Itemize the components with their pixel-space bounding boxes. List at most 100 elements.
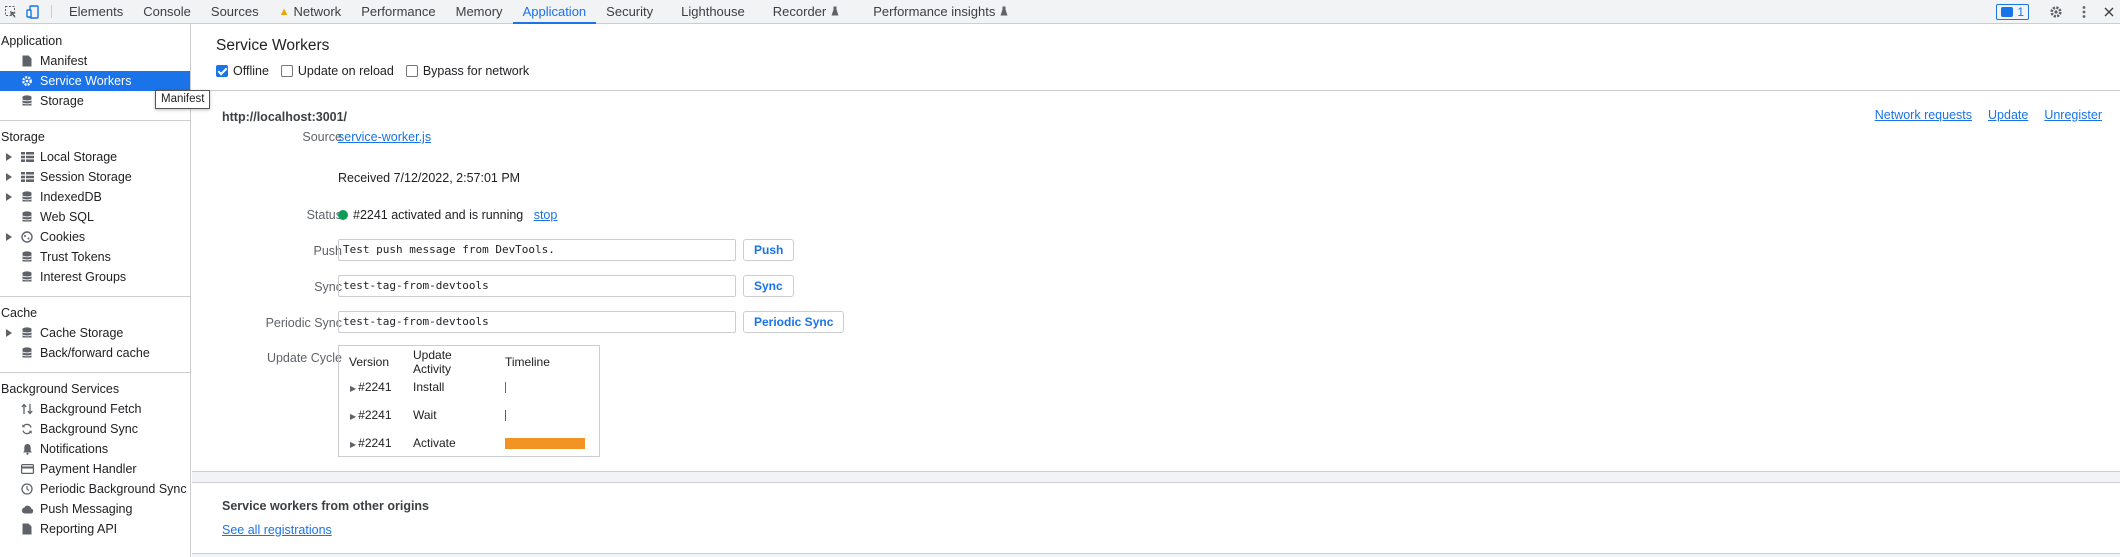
origin-title: http://localhost:3001/ — [222, 110, 348, 124]
more-options-icon[interactable] — [2070, 5, 2098, 19]
document-icon — [20, 522, 34, 536]
origin-actions: Network requests Update Unregister — [1875, 108, 2102, 122]
offline-checkbox[interactable]: Offline — [216, 64, 269, 78]
sync-button[interactable]: Sync — [743, 275, 794, 297]
source-label: Source — [302, 130, 342, 144]
database-icon — [20, 270, 34, 284]
checkbox-unchecked[interactable] — [280, 65, 293, 77]
sidebar-item-cookies[interactable]: Cookies — [0, 227, 190, 247]
inspect-element-icon[interactable] — [0, 0, 22, 23]
periodic-sync-button[interactable]: Periodic Sync — [743, 311, 845, 333]
push-button[interactable]: Push — [743, 239, 795, 261]
section-divider — [192, 471, 2120, 483]
cloud-icon — [20, 502, 34, 516]
other-origins-title: Service workers from other origins — [222, 499, 430, 513]
database-icon — [20, 326, 34, 340]
tab-console[interactable]: Console — [133, 0, 201, 23]
sidebar-item-periodic-background-sync[interactable]: Periodic Background Sync — [0, 479, 190, 499]
source-file-link[interactable]: service-worker.js — [338, 130, 431, 144]
sidebar-item-web-sql[interactable]: Web SQL — [0, 207, 190, 227]
expand-arrow-icon[interactable]: ▶ — [350, 412, 356, 421]
sidebar-item-notifications[interactable]: Notifications — [0, 439, 190, 459]
service-workers-panel: Service Workers Offline Update on reload… — [192, 24, 2120, 557]
database-icon — [20, 250, 34, 264]
clock-icon — [20, 482, 34, 496]
document-icon — [20, 54, 34, 68]
gear-icon — [20, 74, 34, 88]
sidebar-item-payment-handler[interactable]: Payment Handler — [0, 459, 190, 479]
timeline-column-header: Timeline — [505, 355, 550, 369]
page-title: Service Workers — [216, 37, 330, 54]
sidebar-item-reporting-api[interactable]: Reporting API — [0, 519, 190, 539]
devtools-toolbar: Elements Console Sources ▲ Network Perfor… — [0, 0, 2120, 24]
tab-network[interactable]: ▲ Network — [269, 0, 352, 23]
tab-lighthouse[interactable]: Lighthouse — [663, 0, 755, 23]
tab-security[interactable]: Security — [596, 0, 663, 23]
push-label: Push — [313, 244, 343, 258]
expand-arrow-icon[interactable] — [6, 193, 16, 201]
expand-arrow-icon[interactable] — [6, 173, 16, 181]
tab-application[interactable]: Application — [512, 0, 597, 24]
sync-icon — [20, 422, 34, 436]
push-data-input[interactable]: Test push message from DevTools. — [338, 239, 736, 261]
experiment-flask-icon — [831, 4, 839, 19]
sidebar-item-session-storage[interactable]: Session Storage — [0, 167, 190, 187]
sidebar-item-background-fetch[interactable]: Background Fetch — [0, 399, 190, 419]
toolbar-right: 1 — [1996, 0, 2120, 24]
sidebar-item-cache-storage[interactable]: Cache Storage — [0, 323, 190, 343]
expand-arrow-icon[interactable] — [6, 233, 16, 241]
update-on-reload-checkbox[interactable]: Update on reload — [280, 64, 394, 78]
bypass-for-network-checkbox[interactable]: Bypass for network — [405, 64, 529, 78]
sidebar-section-application: Application — [1, 34, 63, 48]
sidebar-item-indexeddb[interactable]: IndexedDB — [0, 187, 190, 207]
periodic-sync-tag-input[interactable]: test-tag-from-devtools — [338, 311, 736, 333]
sidebar-item-interest-groups[interactable]: Interest Groups — [0, 267, 190, 287]
sidebar-section-background-services: Background Services — [1, 382, 120, 396]
tab-performance[interactable]: Performance — [351, 0, 445, 23]
settings-gear-icon[interactable] — [2042, 5, 2070, 19]
sidebar-item-local-storage[interactable]: Local Storage — [0, 147, 190, 167]
close-devtools-icon[interactable] — [2098, 7, 2120, 17]
tab-recorder[interactable]: Recorder — [755, 0, 849, 23]
expand-arrow-icon[interactable]: ▶ — [350, 384, 356, 393]
expand-arrow-icon[interactable] — [6, 329, 16, 337]
status-label: Status — [306, 208, 342, 222]
stop-link[interactable]: stop — [534, 208, 558, 222]
expand-arrow-icon[interactable]: ▶ — [350, 440, 356, 449]
checkbox-checked[interactable] — [216, 65, 228, 77]
sidebar-item-service-workers[interactable]: Service Workers — [0, 71, 190, 91]
database-icon — [20, 346, 34, 360]
unregister-link[interactable]: Unregister — [2044, 108, 2102, 122]
service-worker-options: Offline Update on reload Bypass for netw… — [216, 64, 541, 78]
expand-arrow-icon[interactable] — [6, 153, 16, 161]
network-requests-link[interactable]: Network requests — [1875, 108, 1972, 122]
periodic-sync-label: Periodic Sync — [265, 316, 342, 330]
experiment-flask-icon — [1000, 4, 1008, 19]
sidebar-divider — [0, 120, 190, 121]
sidebar-section-storage: Storage — [1, 130, 45, 144]
tab-sources[interactable]: Sources — [201, 0, 269, 23]
sync-tag-input[interactable]: test-tag-from-devtools — [338, 275, 736, 297]
sidebar-section-cache: Cache — [1, 306, 38, 320]
version-column-header: Version — [349, 355, 390, 369]
sidebar-item-push-messaging[interactable]: Push Messaging — [0, 499, 190, 519]
activate-timeline-bar — [505, 438, 585, 449]
checkbox-unchecked[interactable] — [405, 65, 418, 77]
sync-label: Sync — [314, 280, 342, 294]
sidebar-item-background-sync[interactable]: Background Sync — [0, 419, 190, 439]
tab-memory[interactable]: Memory — [446, 0, 513, 23]
issue-icon — [2001, 7, 2014, 17]
update-link[interactable]: Update — [1988, 108, 2028, 122]
device-toolbar-icon[interactable] — [22, 0, 44, 23]
received-time: Received 7/12/2022, 2:57:01 PM — [338, 171, 521, 185]
sidebar-item-back-forward-cache[interactable]: Back/forward cache — [0, 343, 190, 363]
issues-counter-button[interactable]: 1 — [1996, 4, 2029, 20]
sidebar-item-trust-tokens[interactable]: Trust Tokens — [0, 247, 190, 267]
status-running-dot — [338, 210, 348, 220]
tab-performance-insights[interactable]: Performance insights — [849, 0, 1018, 23]
header-divider — [192, 90, 2120, 91]
sidebar-item-manifest[interactable]: Manifest — [0, 51, 190, 71]
tab-elements[interactable]: Elements — [59, 0, 133, 23]
see-all-registrations-link[interactable]: See all registrations — [222, 523, 332, 537]
hover-tooltip: Manifest — [155, 90, 211, 109]
